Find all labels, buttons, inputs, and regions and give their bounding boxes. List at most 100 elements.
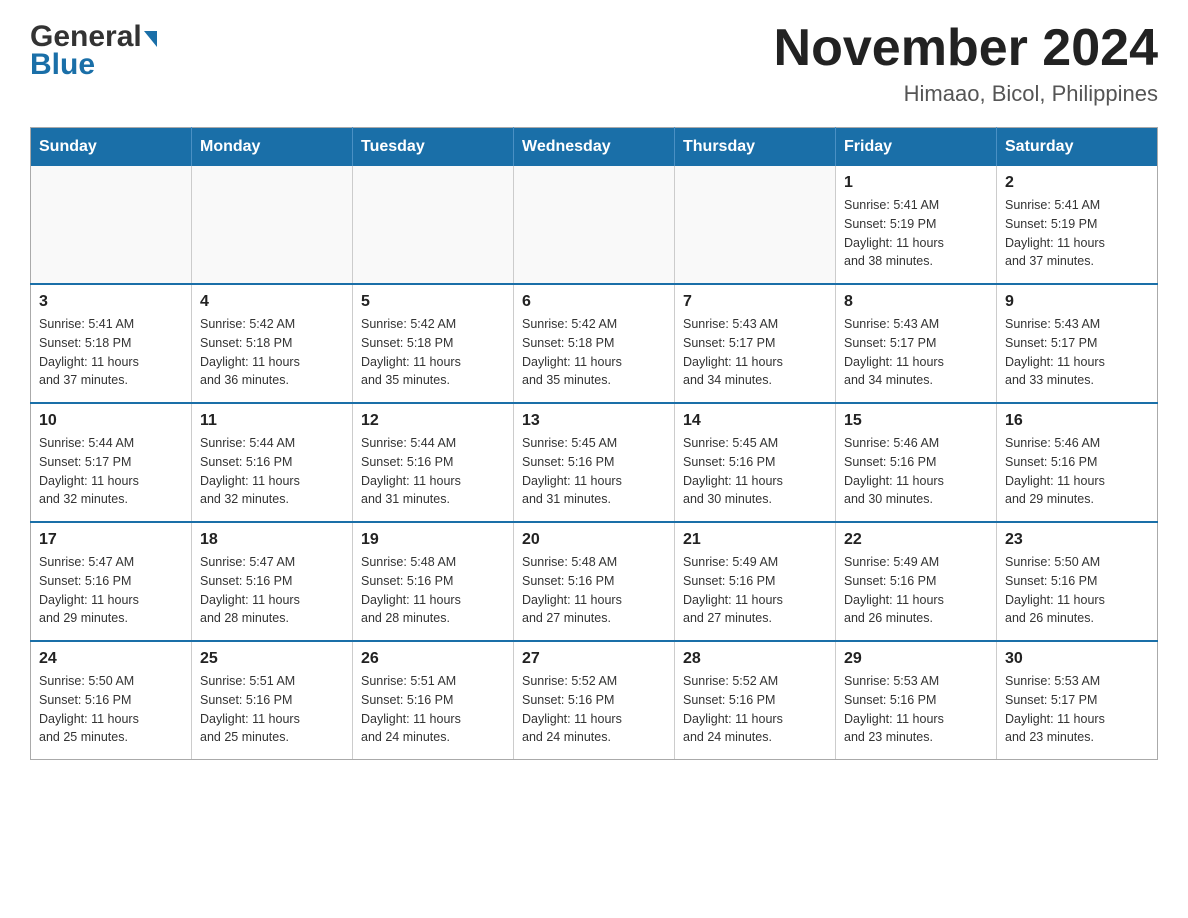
day-number: 9	[1005, 293, 1149, 311]
logo-blue-text: Blue	[30, 48, 95, 82]
days-of-week-row: SundayMondayTuesdayWednesdayThursdayFrid…	[31, 128, 1158, 167]
day-number: 4	[200, 293, 344, 311]
day-info: Sunrise: 5:46 AMSunset: 5:16 PMDaylight:…	[844, 434, 988, 509]
calendar-header: SundayMondayTuesdayWednesdayThursdayFrid…	[31, 128, 1158, 167]
calendar-table: SundayMondayTuesdayWednesdayThursdayFrid…	[30, 127, 1158, 760]
calendar-cell: 18 Sunrise: 5:47 AMSunset: 5:16 PMDayligh…	[192, 522, 353, 641]
calendar-cell: 28Sunrise: 5:52 AMSunset: 5:16 PMDayligh…	[675, 641, 836, 760]
day-number: 14	[683, 412, 827, 430]
calendar-week-2: 10 Sunrise: 5:44 AMSunset: 5:17 PMDayligh…	[31, 403, 1158, 522]
calendar-cell: 6 Sunrise: 5:42 AMSunset: 5:18 PMDaylight…	[514, 284, 675, 403]
day-header-saturday: Saturday	[997, 128, 1158, 167]
calendar-cell: 7 Sunrise: 5:43 AMSunset: 5:17 PMDaylight…	[675, 284, 836, 403]
calendar-cell: 13 Sunrise: 5:45 AMSunset: 5:16 PMDayligh…	[514, 403, 675, 522]
logo: General Blue	[30, 20, 157, 82]
day-number: 16	[1005, 412, 1149, 430]
day-info: Sunrise: 5:43 AMSunset: 5:17 PMDaylight:…	[683, 315, 827, 390]
calendar-cell: 25 Sunrise: 5:51 AMSunset: 5:16 PMDayligh…	[192, 641, 353, 760]
day-number: 23	[1005, 531, 1149, 549]
calendar-cell	[675, 166, 836, 284]
day-number: 18	[200, 531, 344, 549]
day-number: 30	[1005, 650, 1149, 668]
day-info: Sunrise: 5:47 AMSunset: 5:16 PMDaylight:…	[39, 553, 183, 628]
day-number: 22	[844, 531, 988, 549]
calendar-cell: 23 Sunrise: 5:50 AMSunset: 5:16 PMDayligh…	[997, 522, 1158, 641]
day-info: Sunrise: 5:50 AMSunset: 5:16 PMDaylight:…	[1005, 553, 1149, 628]
calendar-cell: 12Sunrise: 5:44 AMSunset: 5:16 PMDayligh…	[353, 403, 514, 522]
calendar-cell: 21Sunrise: 5:49 AMSunset: 5:16 PMDayligh…	[675, 522, 836, 641]
day-info: Sunrise: 5:41 AMSunset: 5:19 PMDaylight:…	[844, 196, 988, 271]
calendar-body: 1Sunrise: 5:41 AMSunset: 5:19 PMDaylight…	[31, 166, 1158, 760]
day-info: Sunrise: 5:44 AMSunset: 5:17 PMDaylight:…	[39, 434, 183, 509]
day-info: Sunrise: 5:41 AMSunset: 5:19 PMDaylight:…	[1005, 196, 1149, 271]
calendar-cell: 17 Sunrise: 5:47 AMSunset: 5:16 PMDayligh…	[31, 522, 192, 641]
calendar-cell	[353, 166, 514, 284]
calendar-cell: 22Sunrise: 5:49 AMSunset: 5:16 PMDayligh…	[836, 522, 997, 641]
day-info: Sunrise: 5:43 AMSunset: 5:17 PMDaylight:…	[1005, 315, 1149, 390]
calendar-cell: 1Sunrise: 5:41 AMSunset: 5:19 PMDaylight…	[836, 166, 997, 284]
calendar-cell: 8 Sunrise: 5:43 AMSunset: 5:17 PMDaylight…	[836, 284, 997, 403]
calendar-cell	[192, 166, 353, 284]
calendar-cell	[31, 166, 192, 284]
calendar-cell: 20Sunrise: 5:48 AMSunset: 5:16 PMDayligh…	[514, 522, 675, 641]
calendar-cell: 14Sunrise: 5:45 AMSunset: 5:16 PMDayligh…	[675, 403, 836, 522]
calendar-week-4: 24 Sunrise: 5:50 AMSunset: 5:16 PMDayligh…	[31, 641, 1158, 760]
day-number: 27	[522, 650, 666, 668]
logo-triangle-icon	[144, 31, 157, 47]
calendar-cell: 19 Sunrise: 5:48 AMSunset: 5:16 PMDayligh…	[353, 522, 514, 641]
day-info: Sunrise: 5:50 AMSunset: 5:16 PMDaylight:…	[39, 672, 183, 747]
day-header-thursday: Thursday	[675, 128, 836, 167]
day-info: Sunrise: 5:46 AMSunset: 5:16 PMDaylight:…	[1005, 434, 1149, 509]
calendar-cell: 2 Sunrise: 5:41 AMSunset: 5:19 PMDaylight…	[997, 166, 1158, 284]
day-info: Sunrise: 5:48 AMSunset: 5:16 PMDaylight:…	[522, 553, 666, 628]
calendar-week-3: 17 Sunrise: 5:47 AMSunset: 5:16 PMDayligh…	[31, 522, 1158, 641]
day-number: 8	[844, 293, 988, 311]
day-number: 6	[522, 293, 666, 311]
day-header-friday: Friday	[836, 128, 997, 167]
day-number: 15	[844, 412, 988, 430]
day-number: 10	[39, 412, 183, 430]
day-number: 13	[522, 412, 666, 430]
day-info: Sunrise: 5:45 AMSunset: 5:16 PMDaylight:…	[522, 434, 666, 509]
month-title: November 2024	[774, 20, 1158, 77]
calendar-cell: 10 Sunrise: 5:44 AMSunset: 5:17 PMDayligh…	[31, 403, 192, 522]
day-info: Sunrise: 5:42 AMSunset: 5:18 PMDaylight:…	[361, 315, 505, 390]
day-info: Sunrise: 5:51 AMSunset: 5:16 PMDaylight:…	[361, 672, 505, 747]
day-number: 7	[683, 293, 827, 311]
day-header-monday: Monday	[192, 128, 353, 167]
location-title: Himaao, Bicol, Philippines	[774, 81, 1158, 107]
calendar-cell: 30 Sunrise: 5:53 AMSunset: 5:17 PMDayligh…	[997, 641, 1158, 760]
day-number: 24	[39, 650, 183, 668]
day-number: 17	[39, 531, 183, 549]
calendar-cell: 29 Sunrise: 5:53 AMSunset: 5:16 PMDayligh…	[836, 641, 997, 760]
calendar-cell: 11 Sunrise: 5:44 AMSunset: 5:16 PMDayligh…	[192, 403, 353, 522]
day-number: 25	[200, 650, 344, 668]
day-number: 11	[200, 412, 344, 430]
day-info: Sunrise: 5:52 AMSunset: 5:16 PMDaylight:…	[683, 672, 827, 747]
day-number: 12	[361, 412, 505, 430]
day-info: Sunrise: 5:43 AMSunset: 5:17 PMDaylight:…	[844, 315, 988, 390]
day-info: Sunrise: 5:42 AMSunset: 5:18 PMDaylight:…	[200, 315, 344, 390]
day-info: Sunrise: 5:44 AMSunset: 5:16 PMDaylight:…	[200, 434, 344, 509]
calendar-cell: 5Sunrise: 5:42 AMSunset: 5:18 PMDaylight…	[353, 284, 514, 403]
day-info: Sunrise: 5:48 AMSunset: 5:16 PMDaylight:…	[361, 553, 505, 628]
calendar-cell: 4 Sunrise: 5:42 AMSunset: 5:18 PMDaylight…	[192, 284, 353, 403]
day-info: Sunrise: 5:51 AMSunset: 5:16 PMDaylight:…	[200, 672, 344, 747]
page-header: General Blue November 2024 Himaao, Bicol…	[30, 20, 1158, 107]
day-number: 29	[844, 650, 988, 668]
title-section: November 2024 Himaao, Bicol, Philippines	[774, 20, 1158, 107]
day-info: Sunrise: 5:53 AMSunset: 5:16 PMDaylight:…	[844, 672, 988, 747]
day-number: 2	[1005, 174, 1149, 192]
day-info: Sunrise: 5:53 AMSunset: 5:17 PMDaylight:…	[1005, 672, 1149, 747]
day-info: Sunrise: 5:42 AMSunset: 5:18 PMDaylight:…	[522, 315, 666, 390]
day-info: Sunrise: 5:41 AMSunset: 5:18 PMDaylight:…	[39, 315, 183, 390]
calendar-cell: 3Sunrise: 5:41 AMSunset: 5:18 PMDaylight…	[31, 284, 192, 403]
day-header-sunday: Sunday	[31, 128, 192, 167]
calendar-week-0: 1Sunrise: 5:41 AMSunset: 5:19 PMDaylight…	[31, 166, 1158, 284]
day-info: Sunrise: 5:52 AMSunset: 5:16 PMDaylight:…	[522, 672, 666, 747]
day-info: Sunrise: 5:47 AMSunset: 5:16 PMDaylight:…	[200, 553, 344, 628]
day-number: 21	[683, 531, 827, 549]
day-header-tuesday: Tuesday	[353, 128, 514, 167]
calendar-cell: 16 Sunrise: 5:46 AMSunset: 5:16 PMDayligh…	[997, 403, 1158, 522]
day-number: 19	[361, 531, 505, 549]
